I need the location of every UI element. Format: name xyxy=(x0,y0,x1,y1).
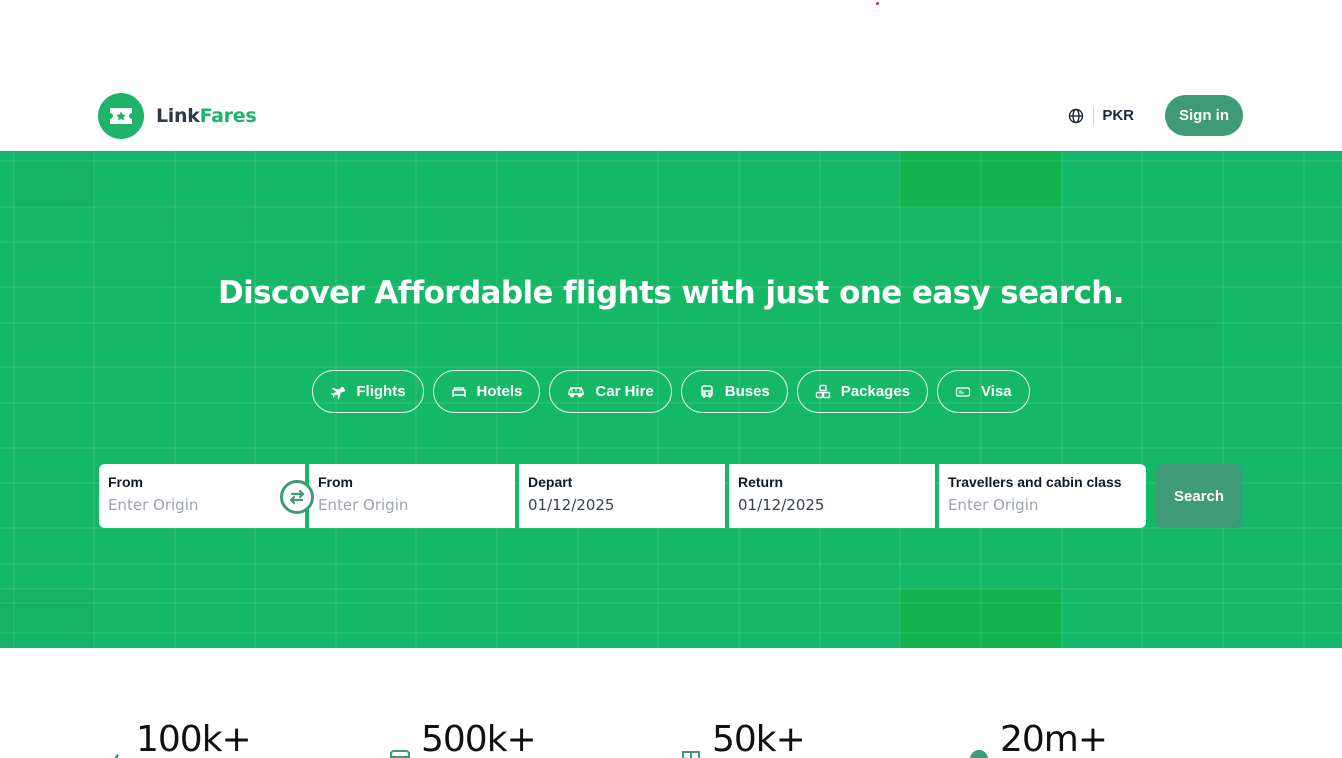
return-date-input[interactable] xyxy=(738,496,927,514)
tab-hotels[interactable]: Hotels xyxy=(432,370,541,413)
stat-value: 20m+ xyxy=(1000,719,1108,758)
origin-input[interactable] xyxy=(108,496,297,514)
bed-icon xyxy=(451,384,467,400)
return-label: Return xyxy=(738,474,784,490)
bus-icon xyxy=(699,384,715,400)
plane-icon xyxy=(330,384,346,400)
plane-icon xyxy=(104,746,126,758)
sign-in-button[interactable]: Sign in xyxy=(1165,95,1243,136)
brand-name-part2: Fares xyxy=(199,105,257,127)
tab-label: Flights xyxy=(356,383,406,400)
car-icon xyxy=(567,384,585,400)
from-label: From xyxy=(108,474,143,490)
stat-value: 500k+ xyxy=(421,719,537,758)
stat-item: 50k+ xyxy=(680,716,806,758)
tab-label: Visa xyxy=(981,383,1012,400)
tab-label: Buses xyxy=(724,383,770,400)
flight-search-form: From From Depart Return Travellers and c… xyxy=(99,464,1146,528)
globe-icon xyxy=(968,746,990,758)
tab-label: Car Hire xyxy=(595,383,654,400)
bus-icon xyxy=(389,746,411,758)
stat-item: 100k+ xyxy=(104,716,252,758)
brand-name-part1: Link xyxy=(156,105,200,127)
travellers-field[interactable]: Travellers and cabin class xyxy=(939,464,1146,528)
stat-item: 500k+ xyxy=(389,716,537,758)
to-label: From xyxy=(318,474,353,490)
to-field[interactable]: From xyxy=(309,464,515,528)
tab-visa[interactable]: Visa xyxy=(937,370,1030,413)
from-field[interactable]: From xyxy=(99,464,314,528)
hotel-icon xyxy=(680,746,702,758)
divider xyxy=(1093,106,1095,125)
tab-buses[interactable]: Buses xyxy=(680,370,788,413)
brand-name: LinkFares xyxy=(156,105,257,127)
return-field[interactable]: Return xyxy=(729,464,935,528)
logo[interactable]: LinkFares xyxy=(98,93,257,139)
stat-value: 50k+ xyxy=(712,719,806,758)
currency-selector[interactable]: PKR xyxy=(1102,107,1134,124)
tab-flights[interactable]: Flights xyxy=(312,370,424,413)
header-actions: PKR Sign in xyxy=(1067,95,1243,136)
travellers-input[interactable] xyxy=(948,496,1138,514)
tab-packages[interactable]: Packages xyxy=(796,370,929,413)
red-marker-dot xyxy=(876,2,879,5)
packages-icon xyxy=(815,384,831,400)
stat-item: 20m+ xyxy=(968,716,1108,758)
stats-section: 100k+ 500k+ 50k+ 20m+ xyxy=(0,716,1342,758)
site-header: LinkFares PKR Sign in xyxy=(0,80,1342,150)
ticket-star-icon xyxy=(98,93,144,139)
visa-icon xyxy=(955,384,971,400)
destination-input[interactable] xyxy=(318,496,507,514)
tab-label: Packages xyxy=(840,383,911,400)
travellers-label: Travellers and cabin class xyxy=(948,474,1122,490)
search-button[interactable]: Search xyxy=(1156,464,1242,528)
tab-car-hire[interactable]: Car Hire xyxy=(549,370,672,413)
service-tabs: Flights Hotels Car Hire Buses Packages V… xyxy=(0,370,1342,413)
hero-title: Discover Affordable flights with just on… xyxy=(218,275,1125,311)
hero-section: Discover Affordable flights with just on… xyxy=(0,151,1342,648)
depart-label: Depart xyxy=(528,474,573,490)
globe-icon[interactable] xyxy=(1067,107,1085,125)
depart-date-input[interactable] xyxy=(528,496,717,514)
swap-icon[interactable] xyxy=(280,480,314,514)
tab-label: Hotels xyxy=(476,383,523,400)
stat-value: 100k+ xyxy=(136,719,252,758)
depart-field[interactable]: Depart xyxy=(519,464,725,528)
